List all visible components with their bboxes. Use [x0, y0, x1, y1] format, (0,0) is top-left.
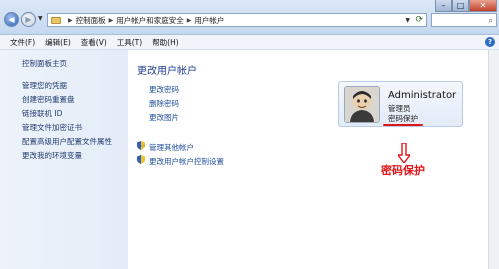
- search-input[interactable]: ⌕: [431, 13, 497, 27]
- change-picture-link[interactable]: 更改图片: [149, 112, 179, 123]
- help-icon[interactable]: ?: [485, 37, 495, 47]
- refresh-icon[interactable]: ⟳: [415, 14, 423, 26]
- user-name: Administrator: [388, 90, 457, 101]
- breadcrumb-item-user-accounts[interactable]: 用户帐户: [194, 15, 224, 26]
- address-dropdown-icon[interactable]: ▼: [405, 15, 410, 26]
- sidebar: 控制面板主页 管理您的凭据 创建密码重置盘 链接联机 ID 管理文件加密证书 配…: [0, 50, 128, 269]
- breadcrumb-separator-icon: ▶: [186, 17, 192, 24]
- forward-arrow-icon[interactable]: ▶: [21, 12, 36, 27]
- minimize-button[interactable]: –: [435, 0, 452, 12]
- title-bar: ◀ ▶ ▼ ▶ 控制面板 ▶ 用户帐户和家庭安全 ▶ 用户帐户 ▼ ⟳ ⌕ – …: [0, 0, 499, 35]
- manage-other-accounts-link[interactable]: 管理其他帐户: [149, 142, 194, 153]
- user-account-tile: Administrator 管理员 密码保护: [338, 81, 463, 127]
- breadcrumb-item-control-panel[interactable]: 控制面板: [76, 15, 106, 26]
- sidebar-item-create-reset-disk[interactable]: 创建密码重置盘: [22, 94, 75, 105]
- address-bar[interactable]: ▶ 控制面板 ▶ 用户帐户和家庭安全 ▶ 用户帐户 ▼ ⟳: [47, 13, 427, 27]
- uac-shield-icon: [137, 155, 145, 164]
- scrollbar[interactable]: [488, 50, 499, 269]
- uac-shield-icon: [137, 141, 145, 150]
- search-icon[interactable]: ⌕: [489, 15, 493, 26]
- chess-piece-avatar-icon: [345, 87, 379, 122]
- avatar[interactable]: [344, 86, 380, 123]
- password-status: 密码保护: [388, 114, 418, 123]
- annotation-label: 密码保护: [381, 164, 425, 177]
- sidebar-item-manage-credentials[interactable]: 管理您的凭据: [22, 80, 67, 91]
- sidebar-item-link-online-id[interactable]: 链接联机 ID: [22, 108, 62, 119]
- close-button[interactable]: ✕: [469, 0, 497, 12]
- breadcrumb: ▶ 控制面板 ▶ 用户帐户和家庭安全 ▶ 用户帐户: [65, 15, 224, 26]
- menu-help[interactable]: 帮助(H): [152, 37, 179, 48]
- maximize-button[interactable]: □: [452, 0, 469, 12]
- breadcrumb-separator-icon: ▶: [108, 17, 114, 24]
- menu-file[interactable]: 文件(F): [10, 37, 35, 48]
- menu-view[interactable]: 查看(V): [81, 37, 107, 48]
- sidebar-item-environment-variables[interactable]: 更改我的环境变量: [22, 150, 82, 161]
- uac-settings-link[interactable]: 更改用户帐户控制设置: [149, 156, 224, 167]
- menu-tools[interactable]: 工具(T): [117, 37, 142, 48]
- sidebar-item-control-panel-home[interactable]: 控制面板主页: [22, 58, 67, 69]
- remove-password-link[interactable]: 删除密码: [149, 98, 179, 109]
- menu-bar: 文件(F) 编辑(E) 查看(V) 工具(T) 帮助(H) ?: [0, 35, 499, 50]
- page-title: 更改用户帐户: [137, 66, 197, 77]
- menu-edit[interactable]: 编辑(E): [45, 37, 71, 48]
- down-arrow-icon: [398, 143, 410, 163]
- control-panel-folder-icon: [51, 17, 61, 24]
- change-password-link[interactable]: 更改密码: [149, 84, 179, 95]
- annotation-underline: [383, 124, 423, 126]
- breadcrumb-item-user-accounts-family-safety[interactable]: 用户帐户和家庭安全: [116, 15, 184, 26]
- breadcrumb-separator-icon: ▶: [68, 17, 73, 24]
- recent-pages-dropdown-icon[interactable]: ▼: [38, 15, 43, 22]
- sidebar-item-advanced-profile[interactable]: 配置高级用户配置文件属性: [22, 136, 112, 147]
- sidebar-item-file-encryption[interactable]: 管理文件加密证书: [22, 122, 82, 133]
- back-arrow-icon[interactable]: ◀: [4, 12, 19, 27]
